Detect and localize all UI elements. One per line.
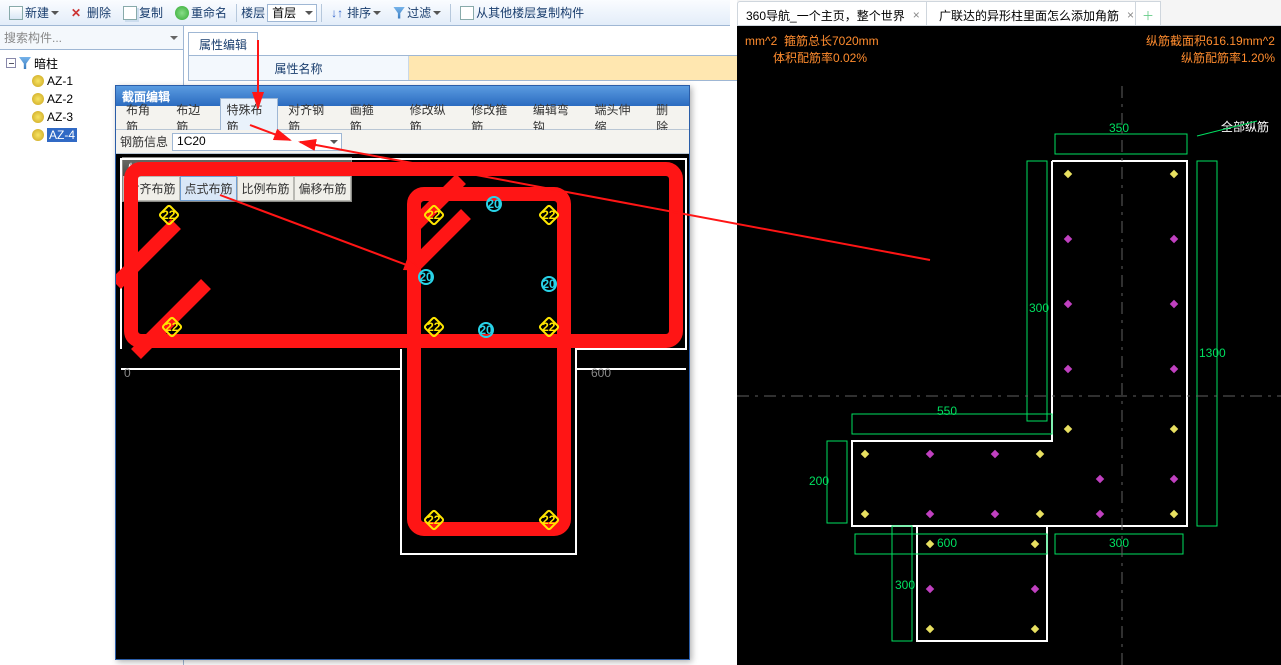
section-editor-window: 截面编辑 布角筋 布边筋 特殊布筋 对齐钢筋 画箍筋 修改纵筋 修改箍筋 编辑弯… bbox=[115, 85, 690, 660]
new-tab-button[interactable]: ＋ bbox=[1135, 1, 1161, 25]
section-canvas[interactable]: 特殊布筋 对齐布筋 点式布筋 比例布筋 偏移布筋 22 22 22 bbox=[116, 154, 689, 659]
reference-drawing: mm^2 箍筋总长7020mm 体积配筋率0.02% 纵筋截面积616.19mm… bbox=[737, 26, 1281, 665]
dim-600: 600 bbox=[591, 366, 611, 380]
popup-point[interactable]: 点式布筋 bbox=[180, 176, 237, 201]
rebar-22: 22 bbox=[423, 204, 446, 227]
new-button[interactable]: 新建 bbox=[4, 1, 64, 24]
property-tab[interactable]: 属性编辑 bbox=[188, 32, 258, 56]
main-toolbar: 新建 ✕删除 复制 重命名 楼层 首层 ↓↑排序 过滤 从其他楼层复制构件 » bbox=[0, 0, 730, 26]
rebar-20: 20 bbox=[541, 276, 557, 292]
close-icon[interactable]: × bbox=[1127, 8, 1134, 22]
gear-icon bbox=[32, 129, 44, 141]
gear-icon bbox=[32, 75, 44, 87]
delete-button[interactable]: ✕删除 bbox=[66, 1, 116, 24]
popup-offset[interactable]: 偏移布筋 bbox=[294, 176, 351, 201]
rebar-22: 22 bbox=[538, 316, 561, 339]
rebar-info-row: 钢筋信息 1C20 bbox=[116, 130, 689, 154]
gear-icon bbox=[32, 111, 44, 123]
rebar-20: 20 bbox=[478, 322, 494, 338]
rebar-22: 22 bbox=[538, 509, 561, 532]
copy-from-floor-button[interactable]: 从其他楼层复制构件 bbox=[455, 1, 589, 24]
rebar-info-input[interactable]: 1C20 bbox=[172, 133, 342, 151]
browser-tab-active[interactable]: 广联达的异形柱里面怎么添加角筋× bbox=[926, 1, 1136, 25]
floor-label: 楼层 bbox=[241, 4, 265, 21]
floor-select[interactable]: 首层 bbox=[267, 4, 317, 22]
popup-align[interactable]: 对齐布筋 bbox=[123, 176, 180, 201]
rebar-22: 22 bbox=[158, 204, 181, 227]
popup-ratio[interactable]: 比例布筋 bbox=[237, 176, 294, 201]
section-svg bbox=[116, 154, 689, 659]
rebar-22: 22 bbox=[161, 316, 184, 339]
funnel-icon bbox=[393, 7, 405, 19]
section-toolbar: 布角筋 布边筋 特殊布筋 对齐钢筋 画箍筋 修改纵筋 修改箍筋 编辑弯钩 端头伸… bbox=[116, 106, 689, 130]
tree-root[interactable]: 暗柱 bbox=[2, 54, 181, 72]
browser-tabs: 360导航_一个主页，整个世界× 广联达的异形柱里面怎么添加角筋× ＋ bbox=[737, 0, 1281, 26]
rebar-22: 22 bbox=[423, 316, 446, 339]
filter-button[interactable]: 过滤 bbox=[388, 1, 446, 24]
filter-icon bbox=[19, 57, 31, 69]
rebar-22: 22 bbox=[538, 204, 561, 227]
collapse-icon[interactable] bbox=[6, 58, 16, 68]
popup-title: 特殊布筋 bbox=[123, 158, 351, 176]
rebar-20: 20 bbox=[418, 269, 434, 285]
browser-tab[interactable]: 360导航_一个主页，整个世界× bbox=[737, 1, 927, 25]
dim-0: 0 bbox=[124, 366, 131, 380]
search-input[interactable]: 搜索构件... bbox=[0, 26, 183, 50]
rebar-info-label: 钢筋信息 bbox=[120, 133, 168, 150]
rebar-20: 20 bbox=[486, 196, 502, 212]
rename-button[interactable]: 重命名 bbox=[170, 1, 232, 24]
special-layout-popup: 特殊布筋 对齐布筋 点式布筋 比例布筋 偏移布筋 bbox=[122, 157, 352, 202]
col-name: 属性名称 bbox=[189, 56, 409, 80]
copy-button[interactable]: 复制 bbox=[118, 1, 168, 24]
rebar-22: 22 bbox=[423, 509, 446, 532]
sort-button[interactable]: ↓↑排序 bbox=[326, 1, 386, 24]
close-icon[interactable]: × bbox=[913, 8, 920, 22]
gear-icon bbox=[32, 93, 44, 105]
